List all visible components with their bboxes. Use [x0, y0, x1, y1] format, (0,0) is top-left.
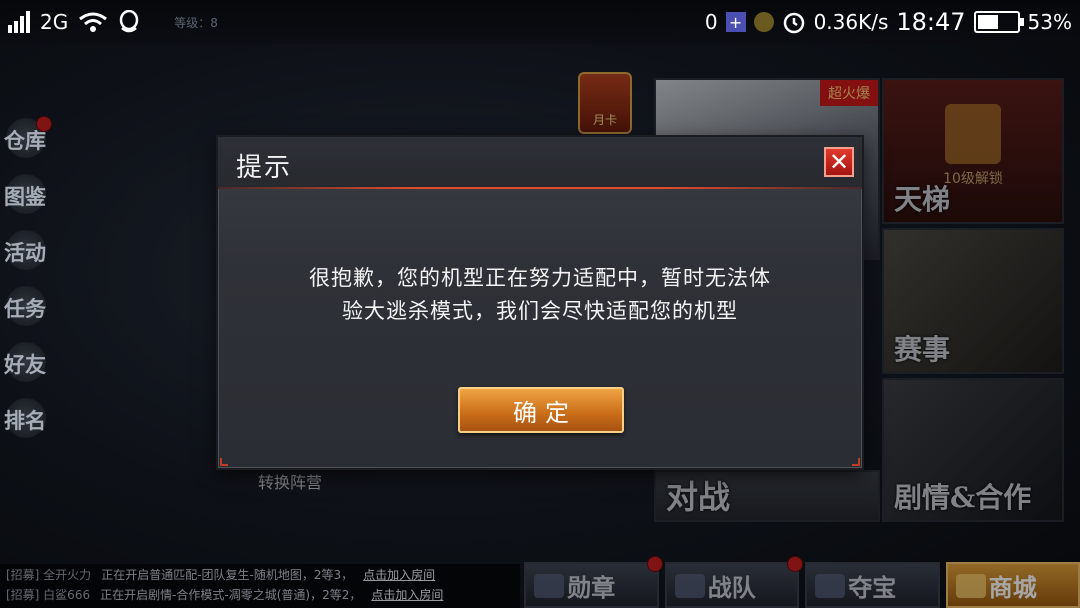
qq-icon	[119, 10, 139, 33]
add-currency-icon[interactable]: +	[725, 12, 746, 32]
dialog-title: 提示	[236, 153, 293, 183]
network-speed: 0.36K/s	[813, 10, 889, 34]
confirm-button[interactable]: 确定	[458, 387, 624, 433]
message-line: 很抱歉，您的机型正在努力适配中，暂时无法体	[309, 266, 771, 290]
battery-icon	[973, 11, 1024, 33]
alarm-icon	[783, 12, 804, 34]
close-button[interactable]: ✕	[824, 147, 854, 177]
coin-icon	[753, 12, 774, 32]
network-type: 2G	[40, 10, 69, 34]
menu-label: 图鉴	[4, 184, 46, 209]
status-bar: 2G 等级：8 0 + 0.36K/s 18:47 53%	[0, 0, 1080, 44]
notice-dialog: 提示 ✕ 很抱歉，您的机型正在努力适配中，暂时无法体 验大逃杀模式，我们会尽快适…	[216, 135, 864, 470]
menu-label: 好友	[4, 352, 46, 377]
message-line: 验大逃杀模式，我们会尽快适配您的机型	[342, 299, 738, 323]
menu-label: 活动	[4, 240, 46, 265]
signal-icon	[8, 11, 30, 33]
battery-percent: 53%	[1027, 10, 1072, 34]
clock: 18:47	[896, 8, 966, 36]
close-icon: ✕	[828, 148, 850, 176]
menu-label: 排名	[4, 408, 46, 433]
player-level: 等级：8	[174, 15, 218, 30]
corner-ornament	[220, 458, 228, 466]
currency-count: 0	[704, 10, 718, 34]
corner-ornament	[852, 458, 860, 466]
wifi-icon	[79, 12, 108, 32]
menu-label: 仓库	[4, 128, 46, 153]
dialog-message: 很抱歉，您的机型正在努力适配中，暂时无法体 验大逃杀模式，我们会尽快适配您的机型	[258, 262, 822, 328]
menu-label: 任务	[4, 296, 46, 321]
dialog-header: 提示 ✕	[218, 137, 862, 189]
